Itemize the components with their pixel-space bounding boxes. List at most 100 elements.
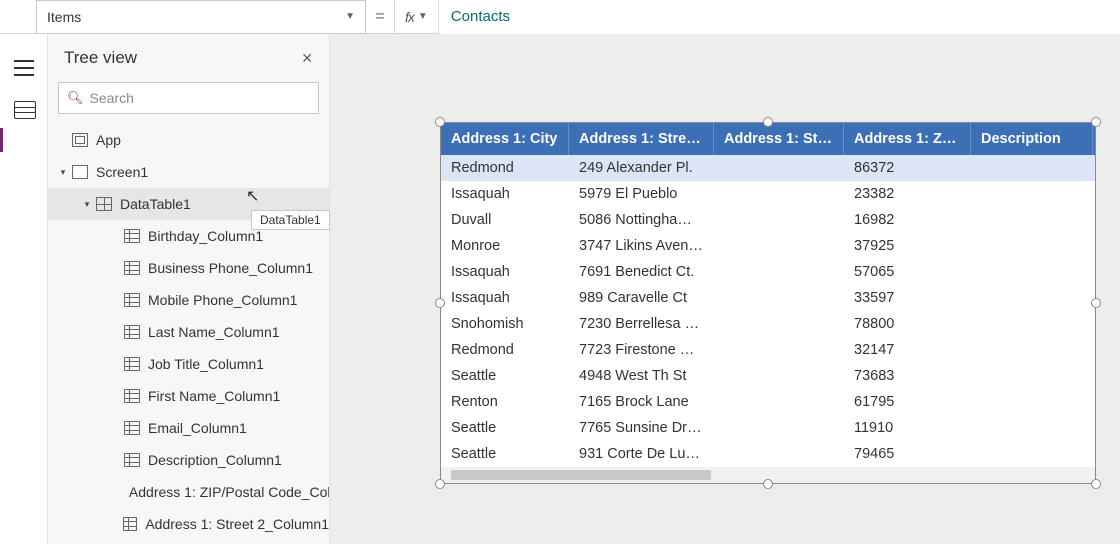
column-icon: [123, 517, 137, 531]
table-row[interactable]: Monroe3747 Likins Aven…37925: [441, 233, 1095, 259]
table-cell: 7165 Brock Lane: [569, 389, 714, 415]
table-cell: 3747 Likins Aven…: [569, 233, 714, 259]
tree-node-column[interactable]: ▶Business Phone_Column1: [48, 252, 329, 284]
fx-toggle[interactable]: fx ▼: [394, 0, 438, 34]
tree-node-column[interactable]: ▶Email_Column1: [48, 412, 329, 444]
table-cell: 249 Alexander Pl.: [569, 155, 714, 181]
table-cell: 32147: [844, 337, 971, 363]
column-header[interactable]: Address 1: Stree…: [569, 123, 714, 155]
table-cell: 33597: [844, 285, 971, 311]
table-row[interactable]: Issaquah7691 Benedict Ct.57065: [441, 259, 1095, 285]
resize-handle[interactable]: [1091, 479, 1101, 489]
canvas[interactable]: Address 1: CityAddress 1: Stree…Address …: [330, 34, 1120, 544]
table-cell: Renton: [441, 389, 569, 415]
column-header[interactable]: Description: [971, 123, 1093, 155]
formula-input[interactable]: Contacts: [438, 0, 1120, 34]
caret-down-icon[interactable]: ▾: [82, 199, 92, 210]
tree-node-label: Address 1: Street 2_Column1: [145, 516, 329, 532]
table-cell: 7230 Berrellesa …: [569, 311, 714, 337]
tree-node-column[interactable]: ▶Description_Column1: [48, 444, 329, 476]
hamburger-icon[interactable]: [14, 60, 34, 76]
table-cell: Duvall: [441, 207, 569, 233]
rail-selection-indicator: [0, 128, 3, 152]
tree-node-column[interactable]: ▶Last Name_Column1: [48, 316, 329, 348]
table-row[interactable]: Seattle7765 Sunsine Dr…11910: [441, 415, 1095, 441]
table-row[interactable]: Redmond7723 Firestone …32147: [441, 337, 1095, 363]
table-cell: Issaquah: [441, 181, 569, 207]
table-cell: [971, 441, 1093, 467]
scrollbar-thumb[interactable]: [451, 470, 711, 480]
column-icon: [124, 453, 140, 467]
resize-handle[interactable]: [1091, 298, 1101, 308]
formula-bar: Items ▼ = fx ▼ Contacts: [0, 0, 1120, 34]
table-cell: Redmond: [441, 337, 569, 363]
table-cell: 78800: [844, 311, 971, 337]
tree-node-label: Job Title_Column1: [148, 356, 264, 372]
chevron-down-icon: ▼: [418, 11, 428, 22]
column-icon: [124, 261, 140, 275]
tree-node-column[interactable]: ▶First Name_Column1: [48, 380, 329, 412]
tree-view-icon[interactable]: [14, 98, 34, 118]
column-header[interactable]: Address 1: City: [441, 123, 569, 155]
tree-node-label: Address 1: ZIP/Postal Code_Column1: [129, 484, 329, 500]
table-row[interactable]: Redmond249 Alexander Pl.86372: [441, 155, 1095, 181]
tree-view-title: Tree view: [64, 48, 137, 68]
table-cell: 7765 Sunsine Dr…: [569, 415, 714, 441]
resize-handle[interactable]: [763, 479, 773, 489]
caret-down-icon[interactable]: ▾: [58, 167, 68, 178]
column-icon: [124, 357, 140, 371]
datatable-control[interactable]: Address 1: CityAddress 1: Stree…Address …: [440, 122, 1096, 484]
table-row[interactable]: Seattle931 Corte De Lu…79465: [441, 441, 1095, 467]
property-dropdown[interactable]: Items ▼: [36, 0, 366, 34]
table-cell: 7691 Benedict Ct.: [569, 259, 714, 285]
tree-node-label: Email_Column1: [148, 420, 247, 436]
tree-node-column[interactable]: ▶Address 1: Street 2_Column1: [48, 508, 329, 540]
column-header[interactable]: Address 1: ZIP/P…: [844, 123, 971, 155]
tree-node-app[interactable]: ▶ App: [48, 124, 329, 156]
table-row[interactable]: Snohomish7230 Berrellesa … 78800: [441, 311, 1095, 337]
column-icon: [124, 229, 140, 243]
tree: ▶ App ▾ Screen1 ▾ DataTable1 ▶Birthday_C…: [48, 124, 329, 540]
column-icon: [124, 293, 140, 307]
search-input[interactable]: [90, 90, 310, 106]
table-cell: Monroe: [441, 233, 569, 259]
tree-node-column[interactable]: ▶Birthday_Column1: [48, 220, 329, 252]
tree-node-datatable[interactable]: ▾ DataTable1: [48, 188, 329, 220]
table-row[interactable]: Duvall5086 Nottingha…16982: [441, 207, 1095, 233]
table-cell: [971, 363, 1093, 389]
table-cell: [714, 181, 844, 207]
table-cell: [714, 363, 844, 389]
tree-node-label: Business Phone_Column1: [148, 260, 313, 276]
resize-handle[interactable]: [435, 298, 445, 308]
column-icon: [124, 421, 140, 435]
tree-node-screen[interactable]: ▾ Screen1: [48, 156, 329, 188]
resize-handle[interactable]: [1091, 117, 1101, 127]
resize-handle[interactable]: [763, 117, 773, 127]
search-box[interactable]: 🔍︎: [58, 82, 319, 114]
tree-node-label: App: [96, 132, 121, 148]
table-cell: 86372: [844, 155, 971, 181]
tree-node-column[interactable]: ▶Address 1: ZIP/Postal Code_Column1: [48, 476, 329, 508]
table-row[interactable]: Issaquah5979 El Pueblo23382: [441, 181, 1095, 207]
column-header[interactable]: Address 1: Stree…: [714, 123, 844, 155]
close-icon[interactable]: ✕: [301, 50, 313, 67]
table-row[interactable]: Renton7165 Brock Lane61795: [441, 389, 1095, 415]
table-row[interactable]: Seattle4948 West Th St73683: [441, 363, 1095, 389]
tree-node-label: Mobile Phone_Column1: [148, 292, 297, 308]
table-cell: Snohomish: [441, 311, 569, 337]
table-cell: [714, 389, 844, 415]
table-cell: [714, 337, 844, 363]
column-icon: [124, 389, 140, 403]
table-cell: [971, 155, 1093, 181]
tree-node-label: Last Name_Column1: [148, 324, 280, 340]
table-cell: [971, 311, 1093, 337]
resize-handle[interactable]: [435, 479, 445, 489]
datatable-icon: [96, 197, 112, 211]
tree-view-panel: Tree view ✕ 🔍︎ ▶ App ▾ Screen1 ▾: [48, 34, 330, 544]
tree-node-label: Description_Column1: [148, 452, 282, 468]
resize-handle[interactable]: [435, 117, 445, 127]
table-row[interactable]: Issaquah989 Caravelle Ct33597: [441, 285, 1095, 311]
table-cell: [714, 155, 844, 181]
tree-node-column[interactable]: ▶Mobile Phone_Column1: [48, 284, 329, 316]
tree-node-column[interactable]: ▶Job Title_Column1: [48, 348, 329, 380]
